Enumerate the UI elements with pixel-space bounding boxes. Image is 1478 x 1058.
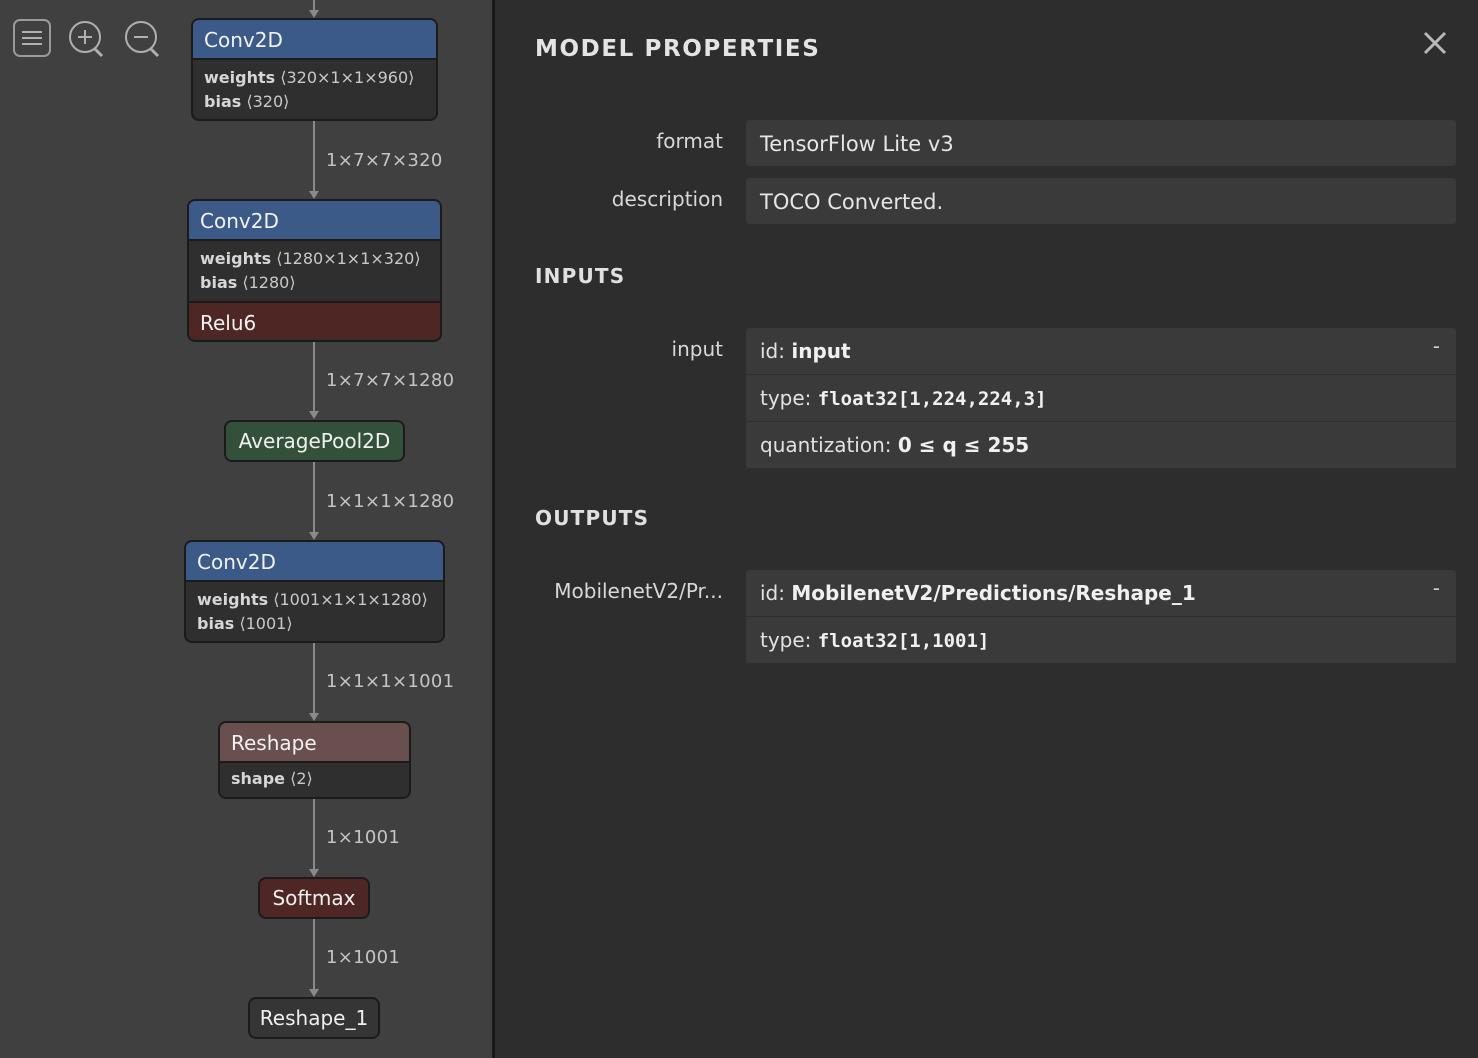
- output-id-value: MobilenetV2/Predictions/Reshape_1: [791, 581, 1196, 605]
- input-type-value: float32[1,224,224,3]: [817, 388, 1047, 410]
- graph-edge: [313, 643, 315, 714]
- attr-key: bias: [204, 92, 242, 111]
- edge-label: 1×1001: [326, 947, 401, 968]
- format-value: TensorFlow Lite v3: [760, 132, 954, 156]
- arrow-icon: [309, 869, 319, 877]
- zoom-out-icon[interactable]: [122, 19, 162, 59]
- edge-label: 1×1001: [326, 827, 401, 848]
- format-value-box: TensorFlow Lite v3: [746, 120, 1456, 166]
- graph-edge: [313, 462, 315, 533]
- input-type-key: type:: [760, 386, 818, 410]
- output-type-row: type: float32[1,1001]: [746, 617, 1456, 664]
- node-output-reshape-1[interactable]: Reshape_1: [248, 997, 380, 1039]
- attr-key: bias: [197, 614, 235, 633]
- input-type-row: type: float32[1,224,224,3]: [746, 375, 1456, 422]
- graph-edge: [313, 121, 315, 193]
- description-value-box: TOCO Converted.: [746, 178, 1456, 224]
- input-collapse-toggle[interactable]: -: [1433, 334, 1440, 358]
- arrow-icon: [309, 713, 319, 721]
- input-name-label: input: [671, 337, 723, 361]
- input-id-value: input: [791, 339, 851, 363]
- input-id-row: id: input: [746, 328, 1456, 375]
- attr-key: weights: [200, 249, 272, 268]
- output-id-key: id:: [760, 581, 792, 605]
- arrow-icon: [309, 989, 319, 997]
- node-attributes: weights ⟨1001×1×1×1280⟩ bias ⟨1001⟩: [186, 580, 443, 641]
- attr-value: ⟨1001⟩: [239, 614, 293, 633]
- inputs-section-title: INPUTS: [535, 264, 626, 288]
- node-title: Conv2D: [186, 542, 443, 580]
- output-details-box: id: MobilenetV2/Predictions/Reshape_1 ty…: [746, 570, 1456, 664]
- node-title: Reshape: [220, 723, 409, 761]
- graph-canvas[interactable]: Conv2D weights ⟨320×1×1×960⟩ bias ⟨320⟩ …: [0, 0, 492, 1058]
- sidebar-title: MODEL PROPERTIES: [535, 36, 821, 62]
- edge-label: 1×1×1×1280: [326, 491, 455, 512]
- attr-value: ⟨1280⟩: [242, 273, 296, 292]
- arrow-icon: [309, 411, 319, 419]
- attr-value: ⟨1280×1×1×320⟩: [276, 249, 421, 268]
- edge-label: 1×1×1×1001: [326, 671, 455, 692]
- output-collapse-toggle[interactable]: -: [1433, 576, 1440, 600]
- output-type-value: float32[1,1001]: [817, 630, 990, 652]
- edge-label: 1×7×7×1280: [326, 370, 455, 391]
- zoom-in-icon[interactable]: [66, 19, 106, 59]
- node-softmax[interactable]: Softmax: [258, 877, 370, 919]
- node-conv2d[interactable]: Conv2D weights ⟨1001×1×1×1280⟩ bias ⟨100…: [184, 540, 445, 643]
- edge-label: 1×7×7×320: [326, 150, 443, 171]
- attr-key: shape: [231, 769, 286, 788]
- node-conv2d[interactable]: Conv2D weights ⟨320×1×1×960⟩ bias ⟨320⟩: [191, 18, 438, 121]
- input-details-box: id: input type: float32[1,224,224,3] qua…: [746, 328, 1456, 469]
- node-activation: Relu6: [189, 301, 440, 339]
- menu-icon[interactable]: [13, 19, 51, 57]
- attr-key: weights: [204, 68, 276, 87]
- attr-value: ⟨320⟩: [246, 92, 290, 111]
- graph-edge: [313, 919, 315, 990]
- description-label: description: [611, 187, 723, 211]
- node-attributes: shape ⟨2⟩: [220, 761, 409, 797]
- node-reshape[interactable]: Reshape shape ⟨2⟩: [218, 721, 411, 799]
- node-attributes: weights ⟨320×1×1×960⟩ bias ⟨320⟩: [193, 58, 436, 119]
- graph-edge: [313, 342, 315, 412]
- arrow-icon: [309, 532, 319, 540]
- input-quantization-row: quantization: 0 ≤ q ≤ 255: [746, 422, 1456, 469]
- attr-key: weights: [197, 590, 269, 609]
- format-label: format: [656, 129, 723, 153]
- input-quantization-value: 0 ≤ q ≤ 255: [897, 433, 1030, 457]
- node-averagepool2d[interactable]: AveragePool2D: [224, 420, 405, 462]
- attr-key: bias: [200, 273, 238, 292]
- attr-value: ⟨320×1×1×960⟩: [280, 68, 415, 87]
- model-properties-sidebar: MODEL PROPERTIES format TensorFlow Lite …: [492, 0, 1478, 1058]
- description-value: TOCO Converted.: [760, 190, 944, 214]
- arrow-icon: [309, 10, 319, 18]
- attr-value: ⟨2⟩: [290, 769, 313, 788]
- close-icon[interactable]: [1420, 28, 1450, 58]
- input-id-key: id:: [760, 339, 792, 363]
- node-conv2d[interactable]: Conv2D weights ⟨1280×1×1×320⟩ bias ⟨1280…: [187, 199, 442, 342]
- arrow-icon: [309, 191, 319, 199]
- output-type-key: type:: [760, 628, 818, 652]
- node-title: Conv2D: [189, 201, 440, 239]
- output-id-row: id: MobilenetV2/Predictions/Reshape_1: [746, 570, 1456, 617]
- graph-edge: [313, 799, 315, 870]
- outputs-section-title: OUTPUTS: [535, 506, 650, 530]
- attr-value: ⟨1001×1×1×1280⟩: [273, 590, 428, 609]
- input-quantization-key: quantization:: [760, 433, 898, 457]
- node-title: Conv2D: [193, 20, 436, 58]
- node-attributes: weights ⟨1280×1×1×320⟩ bias ⟨1280⟩: [189, 239, 440, 301]
- output-name-label: MobilenetV2/Pr...: [554, 579, 723, 603]
